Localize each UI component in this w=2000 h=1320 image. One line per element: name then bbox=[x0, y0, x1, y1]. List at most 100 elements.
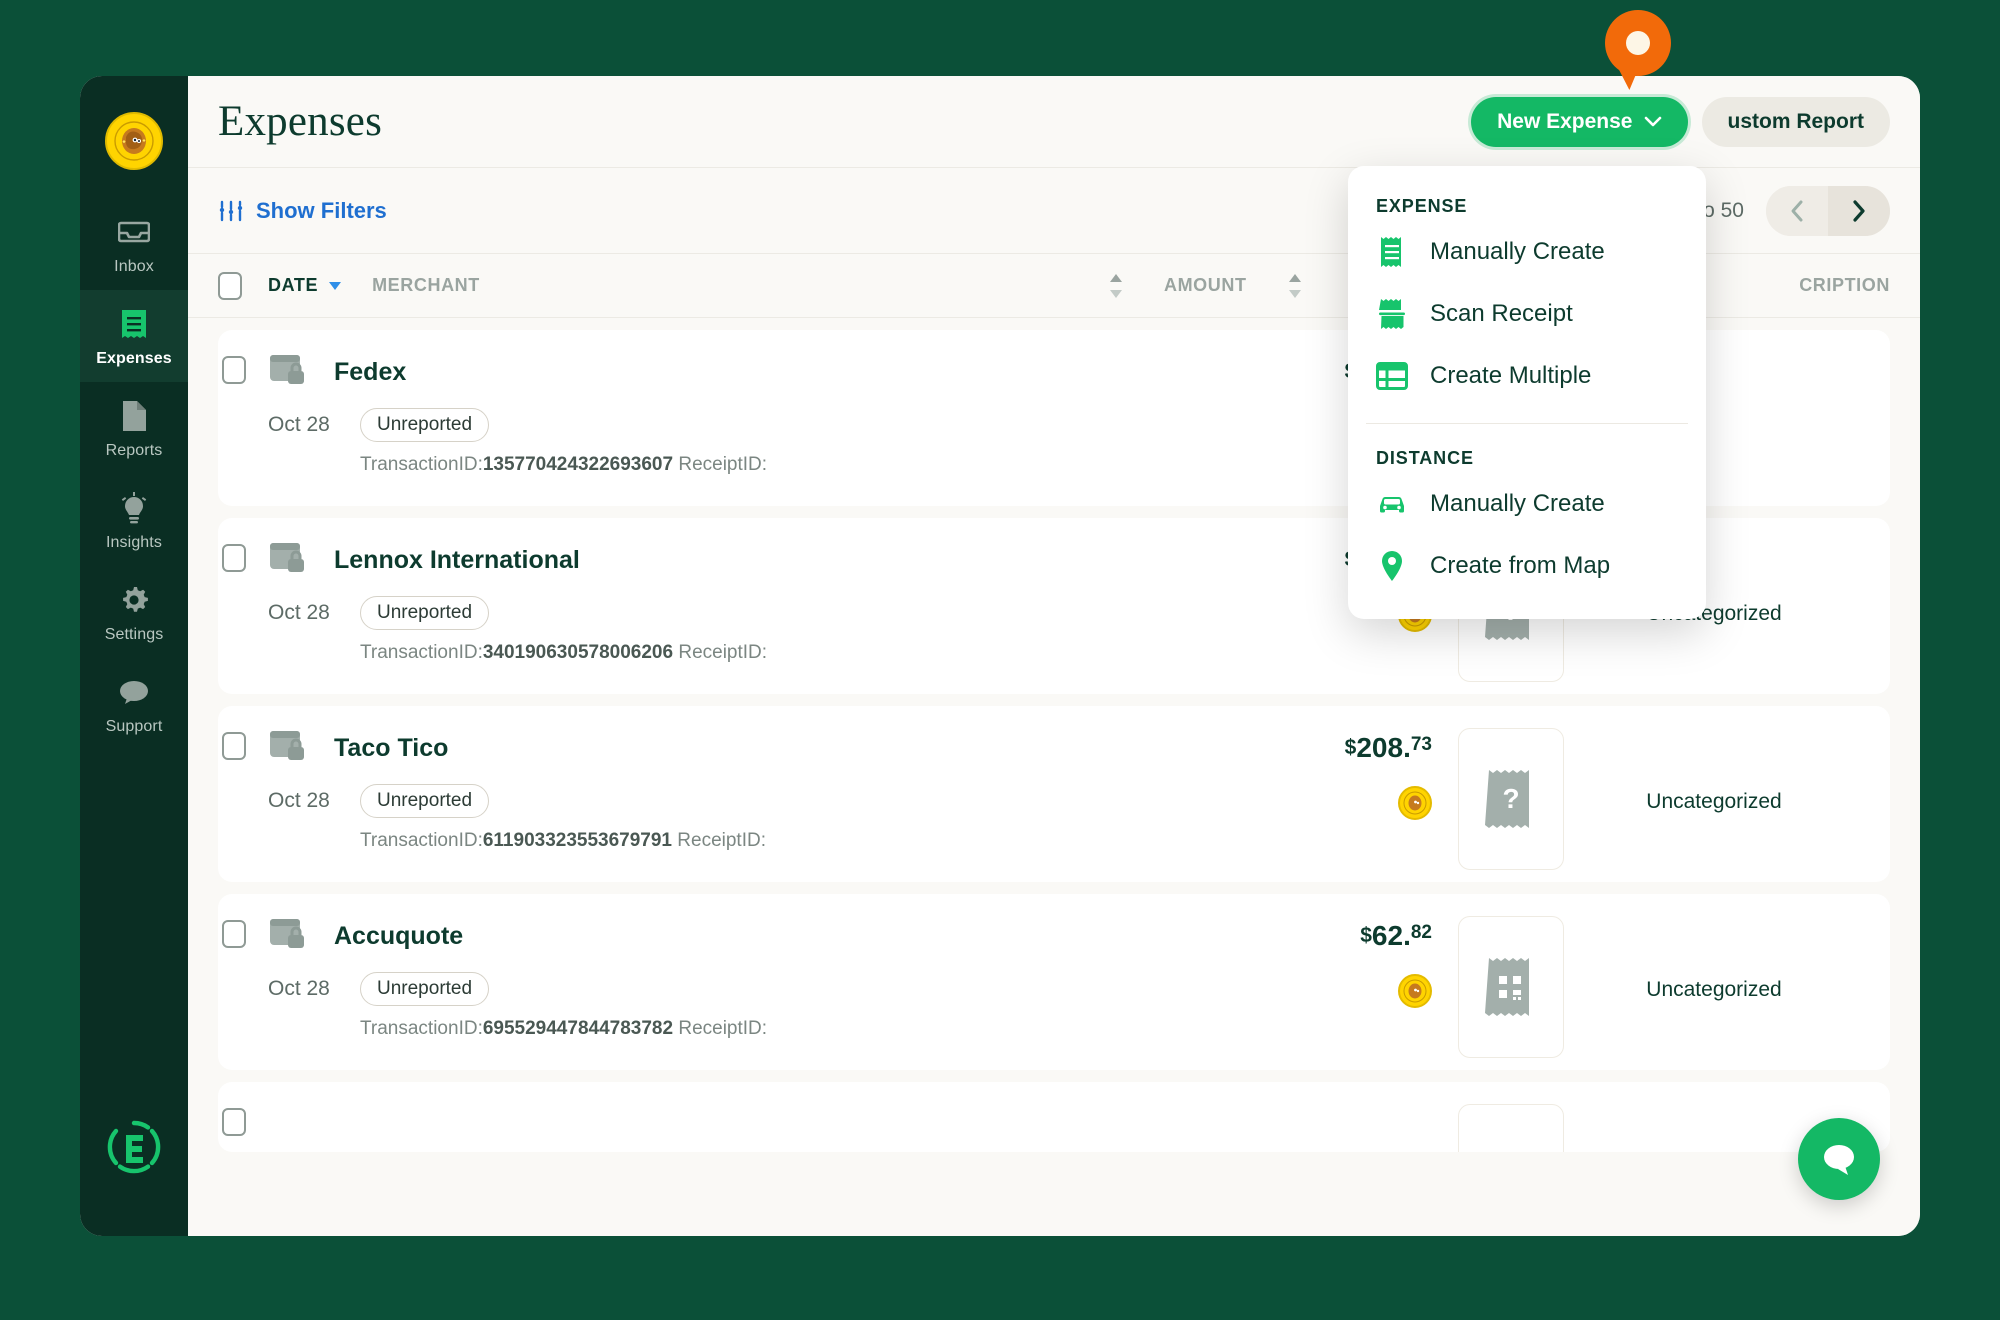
amount-cents: 73 bbox=[1410, 734, 1432, 755]
sort-both-icon[interactable] bbox=[1108, 273, 1124, 299]
receipt-label: ReceiptID: bbox=[678, 642, 768, 663]
merchant-name: Lennox International bbox=[334, 545, 580, 574]
dropdown-item-label: Create from Map bbox=[1430, 552, 1611, 579]
sidebar: Inbox Expenses Reports Insights Settings… bbox=[80, 76, 188, 1236]
topbar-actions: New Expense ustom Report bbox=[1471, 96, 1890, 147]
transaction-id: 340190630578006206 bbox=[482, 642, 674, 663]
sidebar-item-support[interactable]: Support bbox=[80, 658, 188, 750]
expense-date: Oct 28 bbox=[268, 601, 330, 624]
sidebar-item-insights[interactable]: Insights bbox=[80, 474, 188, 566]
new-expense-label: New Expense bbox=[1497, 109, 1633, 133]
row-main: Accuquote Oct 28 Unreported TransactionI… bbox=[268, 916, 968, 1040]
amount-cell: $62.82 bbox=[1232, 916, 1432, 1008]
support-chat-button[interactable] bbox=[1798, 1118, 1880, 1200]
map-pin-icon bbox=[1376, 550, 1408, 582]
custom-report-button[interactable]: ustom Report bbox=[1701, 96, 1890, 147]
receipt-thumbnail[interactable] bbox=[1458, 916, 1564, 1058]
transaction-label: TransactionID: bbox=[360, 830, 483, 851]
row-checkbox[interactable] bbox=[222, 920, 246, 948]
dropdown-item-create-multiple[interactable]: Create Multiple bbox=[1348, 345, 1706, 407]
row-checkbox[interactable] bbox=[222, 732, 246, 760]
car-icon bbox=[1376, 488, 1408, 520]
dropdown-item-label: Manually Create bbox=[1430, 490, 1605, 517]
receipt-label: ReceiptID: bbox=[677, 830, 766, 851]
inbox-icon bbox=[117, 215, 151, 249]
row-checkbox[interactable] bbox=[222, 544, 246, 572]
table-row[interactable]: Taco Tico Oct 28 Unreported TransactionI… bbox=[218, 706, 1890, 882]
new-expense-dropdown: EXPENSE Manually Create Scan Receipt Cre… bbox=[1348, 166, 1706, 619]
pagination-next-button[interactable] bbox=[1828, 185, 1890, 236]
dropdown-item-create-from-map[interactable]: Create from Map bbox=[1348, 535, 1706, 597]
dropdown-item-manually-create-expense[interactable]: Manually Create bbox=[1348, 221, 1706, 283]
column-header-description[interactable]: CRIPTION bbox=[1799, 275, 1890, 296]
svg-text:?: ? bbox=[1502, 783, 1519, 814]
cursor-pointer-indicator bbox=[1605, 10, 1671, 76]
dropdown-item-scan-receipt[interactable]: Scan Receipt bbox=[1348, 283, 1706, 345]
sidebar-item-reports[interactable]: Reports bbox=[80, 382, 188, 474]
sidebar-item-settings[interactable]: Settings bbox=[80, 566, 188, 658]
coin-avatar-icon bbox=[114, 121, 154, 161]
policy-cell: Uncategorized bbox=[1646, 978, 1782, 1001]
expense-date: Oct 28 bbox=[268, 977, 330, 1000]
table-grid-icon bbox=[1376, 360, 1408, 392]
chevron-down-icon bbox=[1644, 116, 1661, 126]
transaction-info: TransactionID:340190630578006206 Receipt… bbox=[360, 642, 968, 664]
dropdown-item-label: Create Multiple bbox=[1430, 362, 1592, 389]
main-panel: Expenses New Expense ustom Report Show F… bbox=[188, 76, 1920, 1236]
amount-cents: 82 bbox=[1410, 922, 1432, 943]
sidebar-item-label: Settings bbox=[104, 626, 164, 643]
expense-date: Oct 28 bbox=[268, 413, 330, 436]
receipt-thumbnail[interactable]: ? bbox=[1458, 728, 1564, 870]
topbar: Expenses New Expense ustom Report bbox=[188, 76, 1920, 168]
amount-value: $208.73 bbox=[1232, 732, 1432, 764]
locked-card-icon bbox=[268, 916, 312, 956]
avatar[interactable] bbox=[105, 112, 163, 170]
dropdown-item-label: Manually Create bbox=[1430, 238, 1605, 265]
new-expense-button[interactable]: New Expense bbox=[1471, 96, 1688, 147]
page-title: Expenses bbox=[218, 98, 383, 145]
locked-card-icon bbox=[268, 540, 312, 580]
dropdown-group-expense-label: EXPENSE bbox=[1376, 196, 1468, 216]
chevron-right-icon bbox=[1853, 199, 1865, 222]
row-main: Lennox International Oct 28 Unreported T… bbox=[268, 540, 968, 664]
amount-cell bbox=[1232, 1104, 1432, 1108]
row-main: Taco Tico Oct 28 Unreported TransactionI… bbox=[268, 728, 968, 852]
receipt-label: ReceiptID: bbox=[678, 1018, 768, 1039]
sort-both-icon-2[interactable] bbox=[1287, 273, 1303, 299]
column-header-merchant[interactable]: MERCHANT bbox=[372, 275, 480, 296]
pagination-prev-button[interactable] bbox=[1766, 185, 1828, 236]
table-row[interactable]: Accuquote Oct 28 Unreported TransactionI… bbox=[218, 894, 1890, 1070]
coin-avatar-icon bbox=[1398, 786, 1432, 820]
transaction-label: TransactionID: bbox=[360, 1018, 483, 1039]
column-header-date[interactable]: DATE bbox=[268, 275, 318, 296]
sidebar-item-label: Expenses bbox=[96, 350, 172, 367]
sort-desc-icon[interactable] bbox=[328, 281, 342, 291]
sidebar-item-inbox[interactable]: Inbox bbox=[80, 198, 188, 290]
merchant-name: Fedex bbox=[334, 357, 407, 386]
transaction-id: 135770424322693607 bbox=[482, 454, 674, 475]
transaction-info: TransactionID:611903323553679791 Receipt… bbox=[360, 830, 968, 852]
column-header-amount[interactable]: AMOUNT bbox=[1164, 275, 1247, 296]
app-window: Inbox Expenses Reports Insights Settings… bbox=[80, 76, 1920, 1236]
dropdown-item-manually-create-distance[interactable]: Manually Create bbox=[1348, 473, 1706, 535]
locked-card-icon bbox=[268, 728, 312, 768]
table-row[interactable] bbox=[218, 1082, 1890, 1152]
receipt-lines-icon bbox=[1376, 236, 1408, 268]
transaction-label: TransactionID: bbox=[360, 454, 483, 475]
row-checkbox[interactable] bbox=[222, 1108, 246, 1136]
receipt-qr-icon bbox=[1485, 958, 1529, 1016]
chat-icon bbox=[117, 675, 151, 709]
custom-report-label: ustom Report bbox=[1727, 109, 1865, 133]
sidebar-item-expenses[interactable]: Expenses bbox=[80, 290, 188, 382]
show-filters-button[interactable]: Show Filters bbox=[218, 198, 387, 224]
receipt-thumbnail[interactable] bbox=[1458, 1104, 1564, 1152]
amount-value: $62.82 bbox=[1232, 920, 1432, 952]
transaction-id: 611903323553679791 bbox=[482, 830, 672, 851]
sidebar-nav: Inbox Expenses Reports Insights Settings… bbox=[80, 198, 188, 750]
row-checkbox[interactable] bbox=[222, 356, 246, 384]
pager-controls bbox=[1766, 185, 1890, 236]
select-all-checkbox[interactable] bbox=[218, 271, 242, 300]
merchant-name: Accuquote bbox=[334, 921, 464, 950]
sidebar-item-label: Support bbox=[105, 718, 163, 735]
policy-cell: Uncategorized bbox=[1646, 790, 1782, 813]
